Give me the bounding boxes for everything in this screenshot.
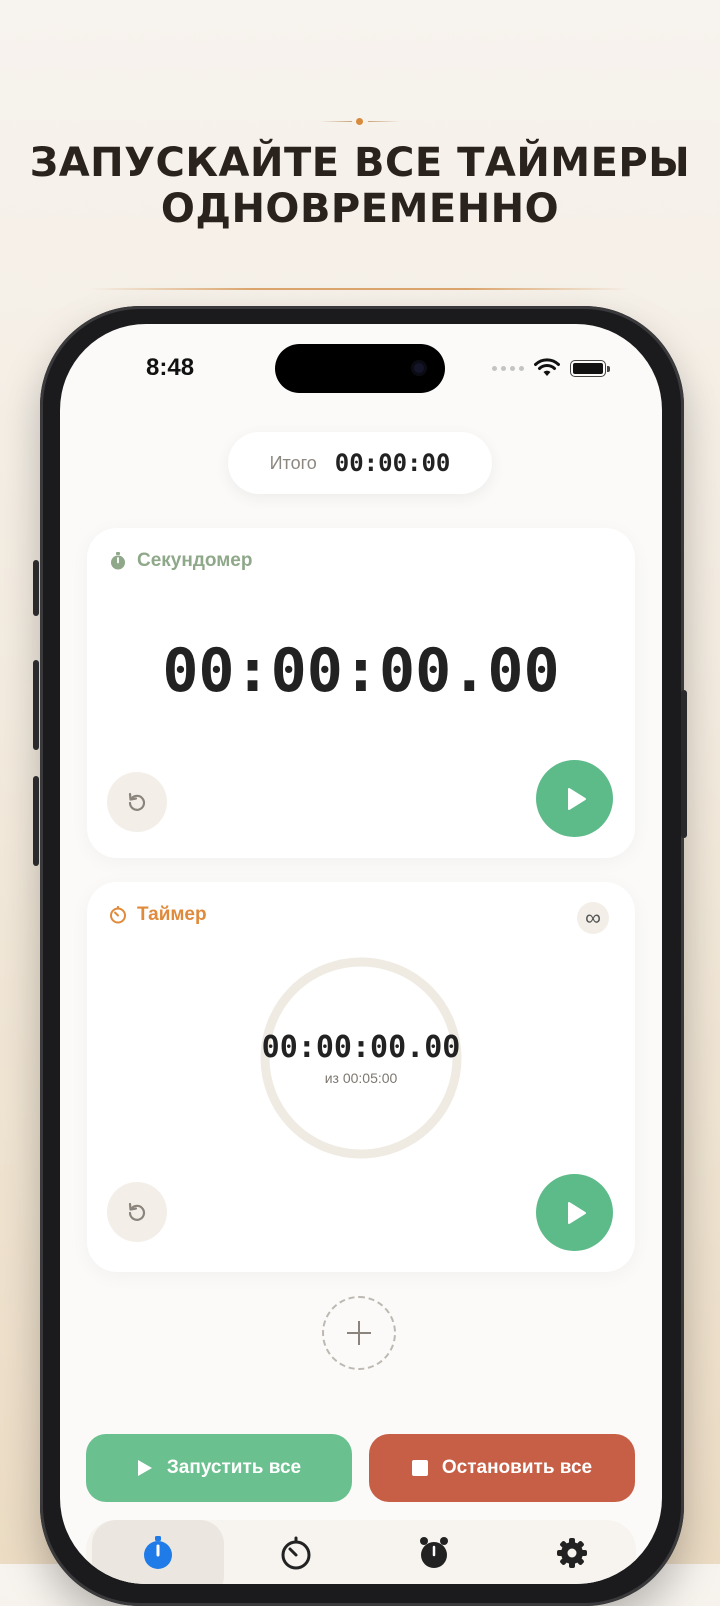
play-icon <box>567 1201 586 1224</box>
dynamic-island <box>275 344 445 393</box>
stop-all-label: Остановить все <box>441 1457 593 1478</box>
stopwatch-title: Секундомер <box>137 550 253 571</box>
stop-all-button[interactable]: Остановить все <box>369 1434 635 1502</box>
headline-line-2: ОДНОВРЕМЕННО <box>160 186 560 232</box>
play-icon <box>137 1460 152 1476</box>
infinity-icon: ∞ <box>585 905 601 930</box>
play-icon <box>567 787 586 810</box>
signal-icon <box>492 365 524 371</box>
timer-time-display: 00:00:00.00 <box>261 1030 461 1065</box>
stopwatch-time-display: 00:00:00.00 <box>162 636 560 706</box>
alarm-icon <box>420 1537 448 1568</box>
status-icons <box>492 358 610 378</box>
volume-up-button <box>33 660 39 750</box>
timer-title: Таймер <box>137 904 207 925</box>
stopwatch-icon <box>144 1536 172 1569</box>
stopwatch-card: Секундомер 00:00:00.00 <box>87 528 635 858</box>
tab-stopwatch[interactable] <box>92 1520 224 1584</box>
header-ornament <box>320 118 400 126</box>
wifi-icon <box>534 358 560 376</box>
status-time: 8:48 <box>146 354 195 381</box>
power-button <box>681 690 687 838</box>
phone-screen: 8:48 Итого 00:00:00 Секундомер 00:00:00.… <box>60 324 662 1584</box>
stopwatch-header: Секундомер <box>109 550 252 572</box>
headline-line-1: ЗАПУСКАЙТЕ ВСЕ ТАЙМЕРЫ <box>29 140 691 186</box>
timer-icon <box>110 906 126 924</box>
timer-header: Таймер <box>109 904 207 926</box>
total-value: 00:00:00 <box>334 449 451 477</box>
timer-reset-button[interactable] <box>107 1182 167 1242</box>
tab-bar <box>86 1520 636 1584</box>
start-all-button[interactable]: Запустить все <box>86 1434 352 1502</box>
volume-down-button <box>33 776 39 866</box>
reset-icon <box>128 792 146 811</box>
total-label: Итого <box>269 452 317 473</box>
promo-headline: ЗАПУСКАЙТЕ ВСЕ ТАЙМЕРЫ ОДНОВРЕМЕННО <box>0 140 720 232</box>
reset-icon <box>128 1202 146 1221</box>
stopwatch-play-button[interactable] <box>536 760 613 837</box>
battery-icon <box>570 359 610 377</box>
gear-icon <box>557 1538 587 1568</box>
stopwatch-reset-button[interactable] <box>107 772 167 832</box>
repeat-infinity-button[interactable]: ∞ <box>577 902 609 934</box>
timer-card: Таймер ∞ 00:00:00.00 из 00:05:00 <box>87 882 635 1272</box>
tab-timer[interactable] <box>230 1520 362 1584</box>
stop-icon <box>411 1460 428 1476</box>
action-button <box>33 560 39 616</box>
add-timer-button[interactable] <box>322 1296 396 1370</box>
timer-total-duration: из 00:05:00 <box>324 1070 398 1086</box>
stopwatch-icon <box>111 552 125 570</box>
timer-icon <box>281 1536 311 1570</box>
total-summary: Итого 00:00:00 <box>228 432 492 494</box>
plus-icon <box>347 1321 371 1345</box>
header-divider <box>90 288 630 290</box>
tab-settings[interactable] <box>506 1520 638 1584</box>
timer-play-button[interactable] <box>536 1174 613 1251</box>
start-all-label: Запустить все <box>166 1457 302 1478</box>
tab-alarm[interactable] <box>368 1520 500 1584</box>
